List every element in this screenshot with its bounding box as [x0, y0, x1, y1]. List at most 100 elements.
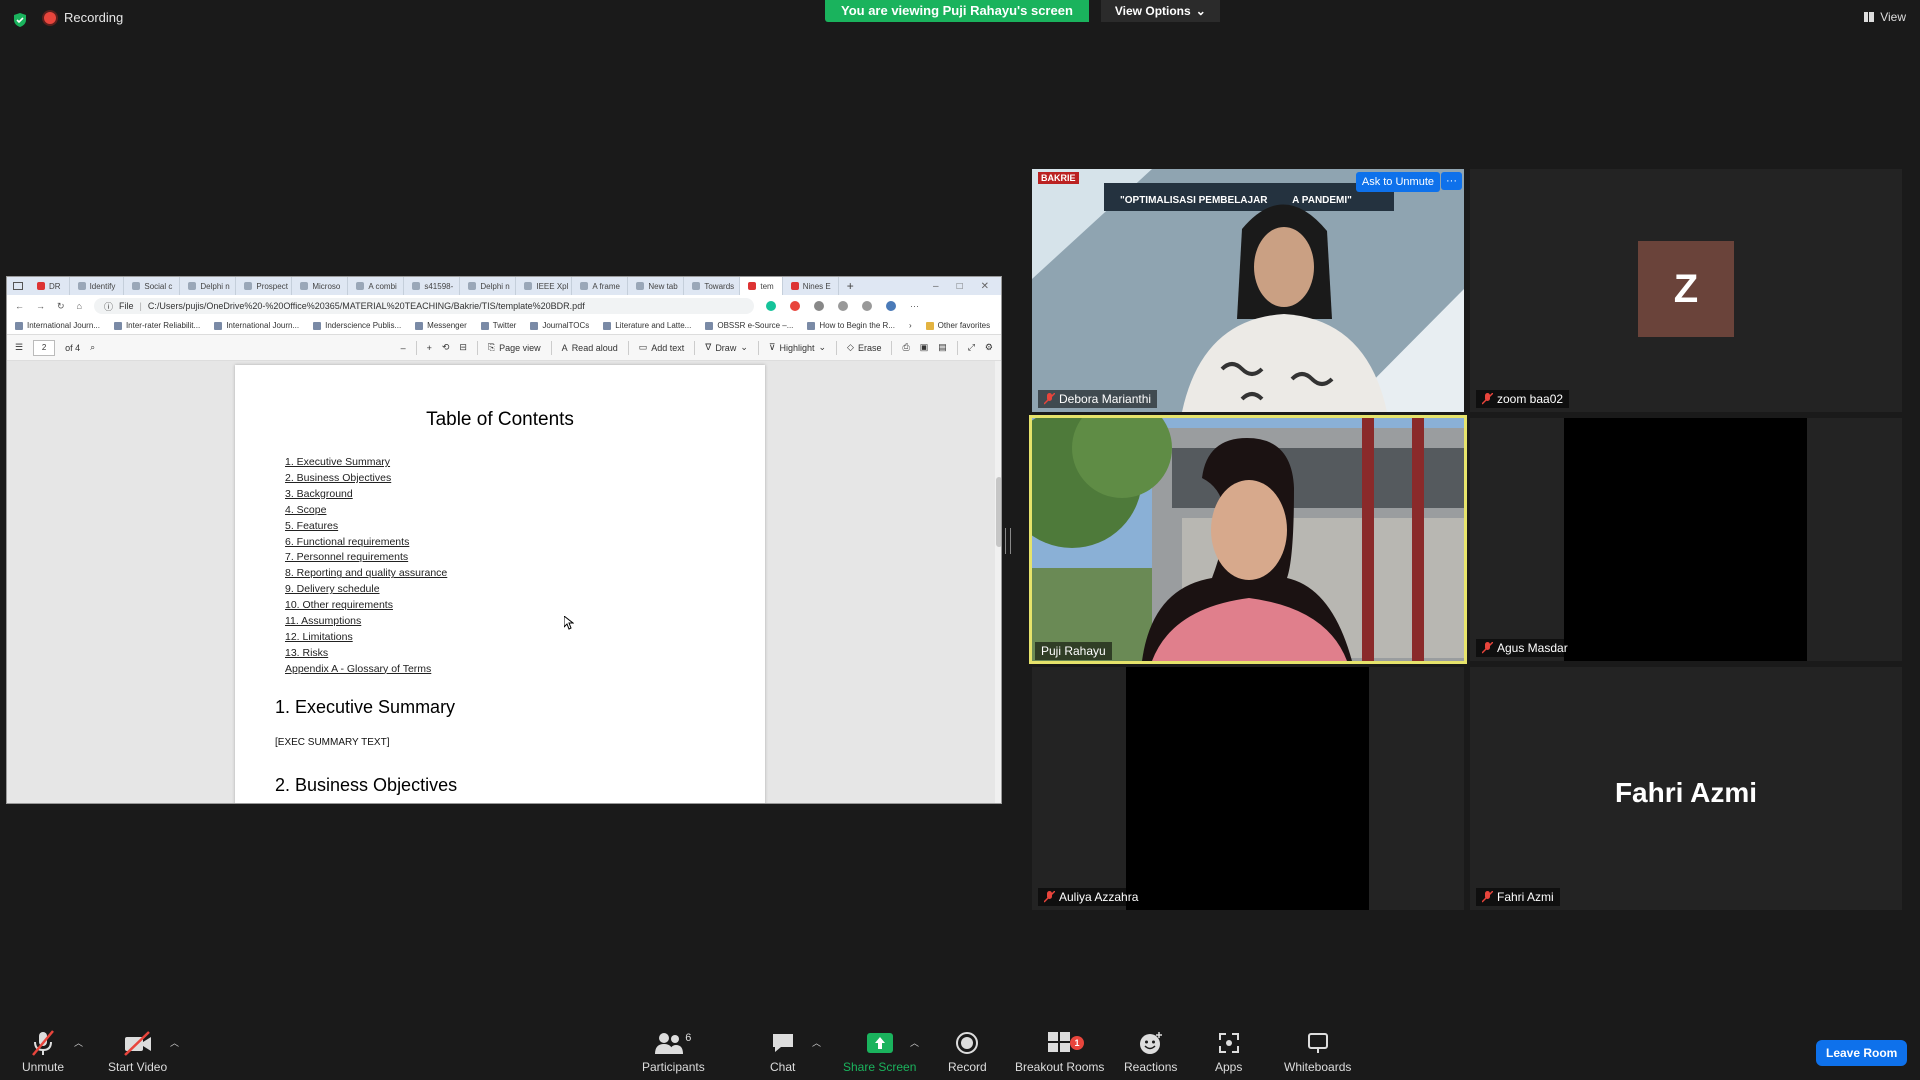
- unmute-button[interactable]: Unmute: [22, 1030, 64, 1074]
- participants-button[interactable]: 6 Participants: [642, 1030, 705, 1074]
- favorite-link[interactable]: OBSSR e-Source –...: [705, 321, 793, 330]
- more-menu-icon[interactable]: ···: [910, 301, 919, 311]
- grammarly-extension-icon[interactable]: [765, 301, 776, 311]
- whiteboards-button[interactable]: Whiteboards: [1284, 1030, 1351, 1074]
- other-favorites[interactable]: Other favorites: [925, 321, 990, 330]
- toc-link[interactable]: 13. Risks: [285, 646, 447, 662]
- print-icon[interactable]: ⎙: [902, 342, 909, 353]
- fit-page-icon[interactable]: ⊟: [459, 342, 467, 353]
- save-icon[interactable]: ▣: [920, 342, 929, 353]
- browser-tab[interactable]: s41598-: [404, 277, 461, 295]
- record-button[interactable]: Record: [948, 1030, 987, 1074]
- favorite-link[interactable]: Inter-rater Reliabilit...: [113, 321, 200, 330]
- favorite-link[interactable]: Inderscience Publis...: [313, 321, 401, 330]
- favorite-link[interactable]: JournalTOCs: [530, 321, 589, 330]
- favorite-link[interactable]: Messenger: [415, 321, 467, 330]
- fullscreen-icon[interactable]: ⤢: [968, 342, 975, 353]
- url-field[interactable]: ⓘ File | C:/Users/pujis/OneDrive%20-%20O…: [93, 298, 754, 314]
- browser-tab[interactable]: Identify: [70, 277, 125, 295]
- favorite-link[interactable]: International Journ...: [15, 321, 100, 330]
- browser-tab[interactable]: Nines E: [783, 277, 839, 295]
- minimize-icon[interactable]: –: [933, 281, 939, 292]
- recording-indicator[interactable]: Recording: [44, 10, 123, 25]
- start-video-button[interactable]: Start Video: [108, 1030, 167, 1074]
- video-tile-puji-rahayu[interactable]: Puji Rahayu: [1029, 415, 1467, 664]
- toc-link[interactable]: 2. Business Objectives: [285, 471, 447, 487]
- refresh-icon[interactable]: ↻: [57, 301, 65, 312]
- toc-link[interactable]: 8. Reporting and quality assurance: [285, 566, 447, 582]
- draw-button[interactable]: ∇ Draw ⌄: [705, 342, 748, 353]
- video-tile-agus-masdar[interactable]: Agus Masdar: [1470, 418, 1902, 661]
- browser-tab[interactable]: IEEE Xpl: [516, 277, 573, 295]
- favorite-link[interactable]: International Journ...: [214, 321, 299, 330]
- toc-link[interactable]: 1. Executive Summary: [285, 455, 447, 471]
- toc-link[interactable]: 3. Background: [285, 487, 447, 503]
- toc-link[interactable]: 12. Limitations: [285, 630, 447, 646]
- rotate-icon[interactable]: ⟲: [442, 342, 450, 353]
- toc-link[interactable]: 6. Functional requirements: [285, 535, 447, 551]
- favorites-icon[interactable]: [837, 301, 848, 311]
- pdf-viewer[interactable]: Table of Contents 1. Executive Summary 2.…: [7, 361, 1001, 803]
- split-view-handle[interactable]: [1005, 528, 1011, 554]
- collections-icon[interactable]: [861, 301, 872, 311]
- browser-tab[interactable]: Social c: [124, 277, 181, 295]
- browser-tab[interactable]: Prospect: [236, 277, 293, 295]
- browser-tab[interactable]: A frame: [572, 277, 629, 295]
- pdf-scrollbar[interactable]: [995, 361, 1001, 803]
- page-number-input[interactable]: 2: [33, 339, 56, 356]
- page-view-button[interactable]: ⎘ Page view: [488, 342, 541, 353]
- favorite-link[interactable]: Twitter: [480, 321, 516, 330]
- browser-tab[interactable]: Towards: [684, 277, 741, 295]
- zoom-out-icon[interactable]: –: [401, 343, 406, 353]
- new-tab-icon[interactable]: +: [839, 279, 854, 293]
- toc-link[interactable]: 9. Delivery schedule: [285, 582, 447, 598]
- toc-link[interactable]: Appendix A - Glossary of Terms: [285, 662, 447, 678]
- browser-tab[interactable]: DR: [29, 277, 70, 295]
- profile-avatar[interactable]: [885, 301, 896, 311]
- browser-tab[interactable]: Microso: [292, 277, 349, 295]
- chat-options-caret-icon[interactable]: ︿: [812, 1036, 821, 1049]
- forward-icon[interactable]: →: [36, 301, 45, 311]
- security-shield-icon[interactable]: [12, 12, 28, 28]
- leave-room-button[interactable]: Leave Room: [1816, 1040, 1908, 1066]
- read-aloud-button[interactable]: A Read aloud: [562, 343, 618, 353]
- video-tile-zoom-baa02[interactable]: Z zoom baa02: [1470, 169, 1902, 412]
- browser-tab[interactable]: tem: [740, 277, 783, 295]
- erase-button[interactable]: ◇ Erase: [847, 342, 881, 353]
- highlight-button[interactable]: ⊽ Highlight ⌄: [769, 342, 826, 353]
- more-options-button[interactable]: ···: [1441, 172, 1462, 190]
- browser-tab[interactable]: New tab: [628, 277, 685, 295]
- toc-link[interactable]: 7. Personnel requirements: [285, 550, 447, 566]
- back-icon[interactable]: ←: [15, 301, 24, 311]
- home-icon[interactable]: ⌂: [77, 301, 82, 311]
- save-as-icon[interactable]: ▤: [938, 342, 947, 353]
- video-tile-auliya-azzahra[interactable]: Auliya Azzahra: [1032, 667, 1464, 910]
- chat-button[interactable]: Chat: [770, 1030, 795, 1074]
- apps-button[interactable]: Apps: [1215, 1030, 1242, 1074]
- favorite-link[interactable]: Literature and Latte...: [603, 321, 691, 330]
- toc-link[interactable]: 5. Features: [285, 519, 447, 535]
- audio-options-caret-icon[interactable]: ︿: [74, 1036, 83, 1049]
- refresh-extension-icon[interactable]: [813, 301, 824, 311]
- settings-gear-icon[interactable]: ⚙: [985, 342, 993, 353]
- zoom-in-icon[interactable]: +: [427, 343, 432, 353]
- contents-icon[interactable]: ☰: [15, 342, 23, 353]
- add-text-button[interactable]: ▭ Add text: [639, 342, 685, 353]
- toc-link[interactable]: 11. Assumptions: [285, 614, 447, 630]
- browser-tab[interactable]: Delphi n: [180, 277, 237, 295]
- share-screen-button[interactable]: Share Screen: [843, 1030, 916, 1074]
- ask-to-unmute-button[interactable]: Ask to Unmute: [1355, 172, 1440, 192]
- toc-link[interactable]: 10. Other requirements: [285, 598, 447, 614]
- view-options-button[interactable]: View Options ⌄: [1100, 0, 1220, 22]
- video-tile-fahri-azmi[interactable]: Fahri Azmi Fahri Azmi: [1470, 667, 1902, 910]
- tab-actions-icon[interactable]: [13, 282, 23, 290]
- maximize-icon[interactable]: □: [957, 281, 963, 292]
- breakout-rooms-button[interactable]: Breakout Rooms: [1015, 1030, 1104, 1074]
- video-tile-debora[interactable]: BAKRIE "OPTIMALISASI PEMBELAJAR A PANDEM…: [1032, 169, 1464, 412]
- scrollbar-thumb[interactable]: [996, 477, 1001, 547]
- video-options-caret-icon[interactable]: ︿: [170, 1036, 179, 1049]
- view-button[interactable]: View: [1864, 10, 1906, 24]
- browser-tab[interactable]: A combi: [348, 277, 405, 295]
- search-icon[interactable]: ⌕: [90, 342, 95, 353]
- toc-link[interactable]: 4. Scope: [285, 503, 447, 519]
